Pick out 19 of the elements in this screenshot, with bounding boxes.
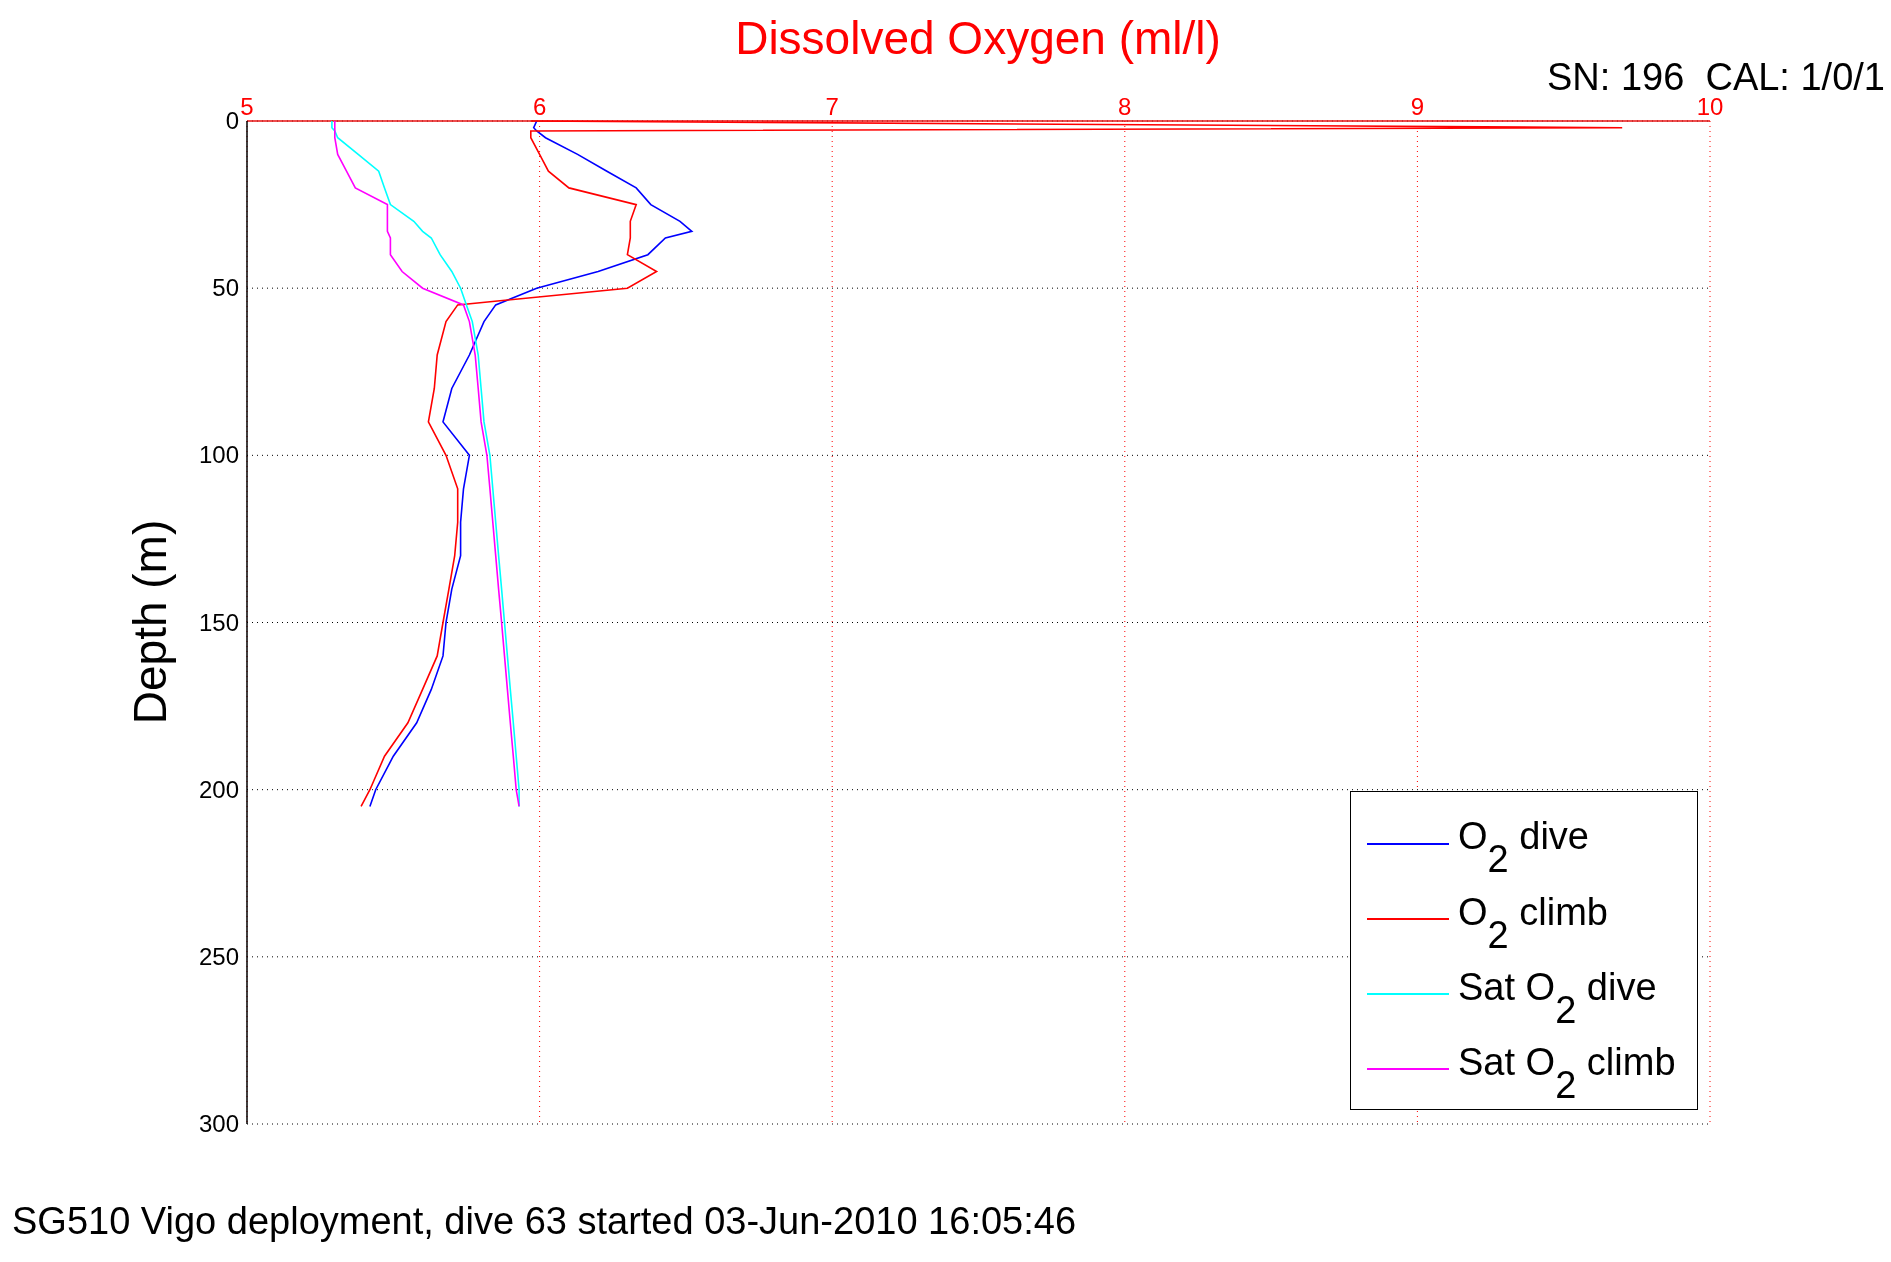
tick-label: 5 [240,93,254,120]
tick-label: 300 [198,1110,239,1137]
chart-title: Dissolved Oxygen (ml/l) [735,12,1221,64]
caption-text: SG510 Vigo deployment, dive 63 started 03-Jun-2010 16:05:46 [12,1202,1077,1240]
tick-label: 7 [825,93,839,120]
legend-line-icon [1367,841,1449,846]
legend-line-icon [1367,1067,1449,1072]
axis-title: Depth (m) [124,519,176,725]
tick-label: 6 [532,93,547,120]
tick-label: 9 [1410,93,1425,120]
tick-label: 50 [212,274,239,302]
tick-label: 200 [198,775,239,803]
tick-label: 150 [198,608,239,636]
tick-label: 100 [198,441,239,469]
legend-line-icon [1367,992,1449,997]
tick-label: 250 [198,942,239,970]
tick-label: 8 [1118,93,1132,120]
legend-line-icon [1367,916,1449,921]
tick-label: 0 [225,107,239,134]
